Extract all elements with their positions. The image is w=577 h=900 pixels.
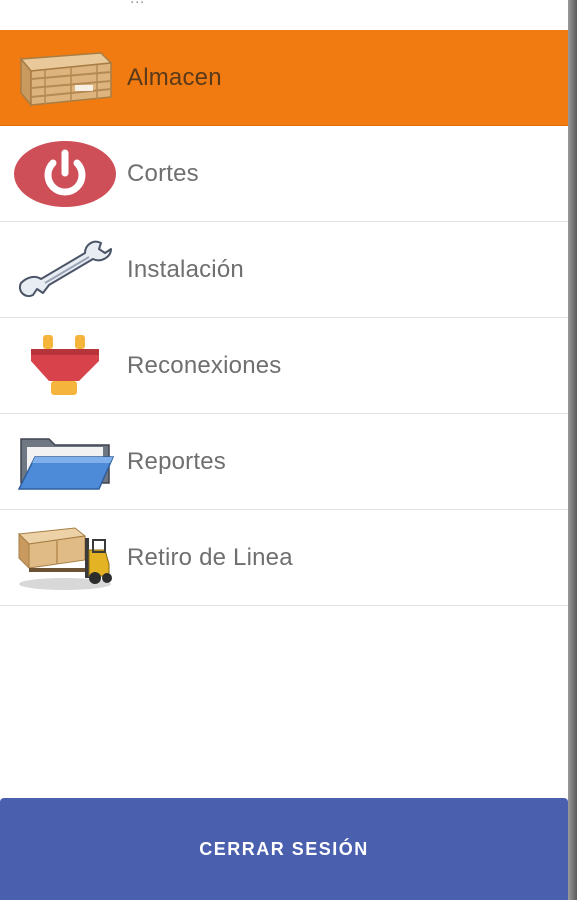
scroll-edge-shadow xyxy=(568,0,577,900)
plug-icon xyxy=(13,331,117,401)
navigation-drawer: ... Almacen xyxy=(0,0,577,900)
folder-icon xyxy=(13,427,117,497)
drawer-menu: Almacen Cortes Instalación Reconexiones … xyxy=(0,30,568,606)
menu-item-label: Instalación xyxy=(127,255,244,283)
menu-item-label: Cortes xyxy=(127,159,199,187)
menu-item-instalacion[interactable]: Instalación xyxy=(0,222,568,318)
logout-button[interactable]: CERRAR SESIÓN xyxy=(0,798,568,900)
drawer-header-remnant: ... xyxy=(0,0,568,30)
menu-item-label: Reportes xyxy=(127,447,226,475)
logout-button-label: CERRAR SESIÓN xyxy=(199,838,369,859)
menu-item-cortes[interactable]: Cortes xyxy=(0,126,568,222)
header-cut-text: ... xyxy=(130,0,145,8)
warehouse-crate-icon xyxy=(13,43,117,113)
menu-item-reconexiones[interactable]: Reconexiones xyxy=(0,318,568,414)
menu-item-label: Retiro de Linea xyxy=(127,543,293,571)
wrench-icon xyxy=(13,235,117,305)
power-icon xyxy=(13,139,117,209)
menu-item-label: Reconexiones xyxy=(127,351,282,379)
menu-item-almacen[interactable]: Almacen xyxy=(0,30,568,126)
menu-item-retiro-de-linea[interactable]: Retiro de Linea xyxy=(0,510,568,606)
menu-item-label: Almacen xyxy=(127,63,222,91)
menu-item-reportes[interactable]: Reportes xyxy=(0,414,568,510)
forklift-icon xyxy=(13,523,117,593)
